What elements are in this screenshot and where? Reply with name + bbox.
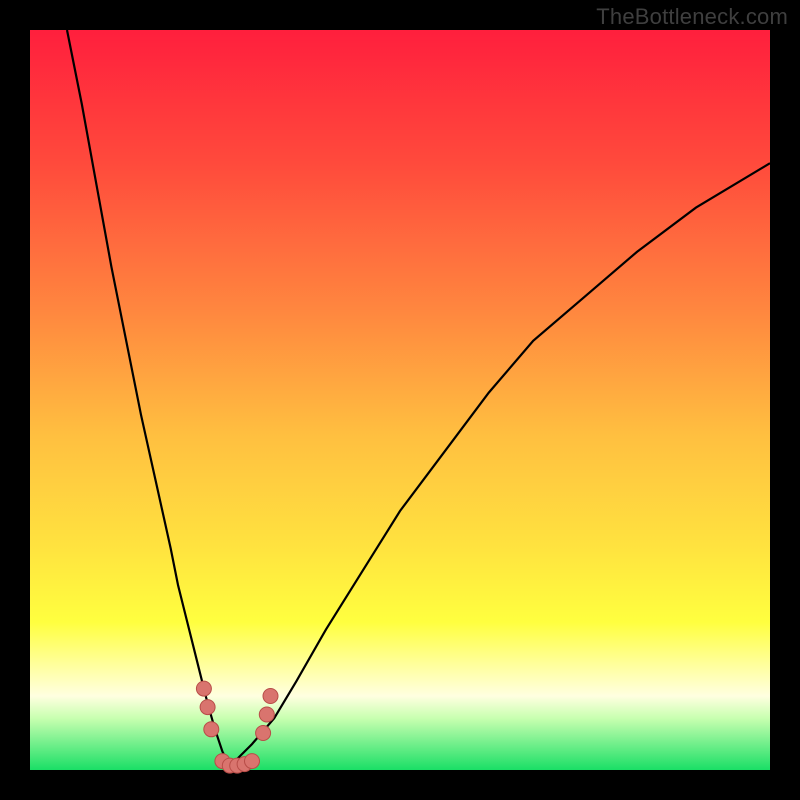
chart-svg [0, 0, 800, 800]
data-marker [259, 707, 274, 722]
data-marker [245, 754, 260, 769]
data-marker [204, 722, 219, 737]
data-marker [200, 700, 215, 715]
watermark-text: TheBottleneck.com [596, 4, 788, 30]
data-marker [196, 681, 211, 696]
data-marker [263, 689, 278, 704]
chart-frame: TheBottleneck.com [0, 0, 800, 800]
data-marker [256, 726, 271, 741]
plot-area [30, 30, 770, 770]
